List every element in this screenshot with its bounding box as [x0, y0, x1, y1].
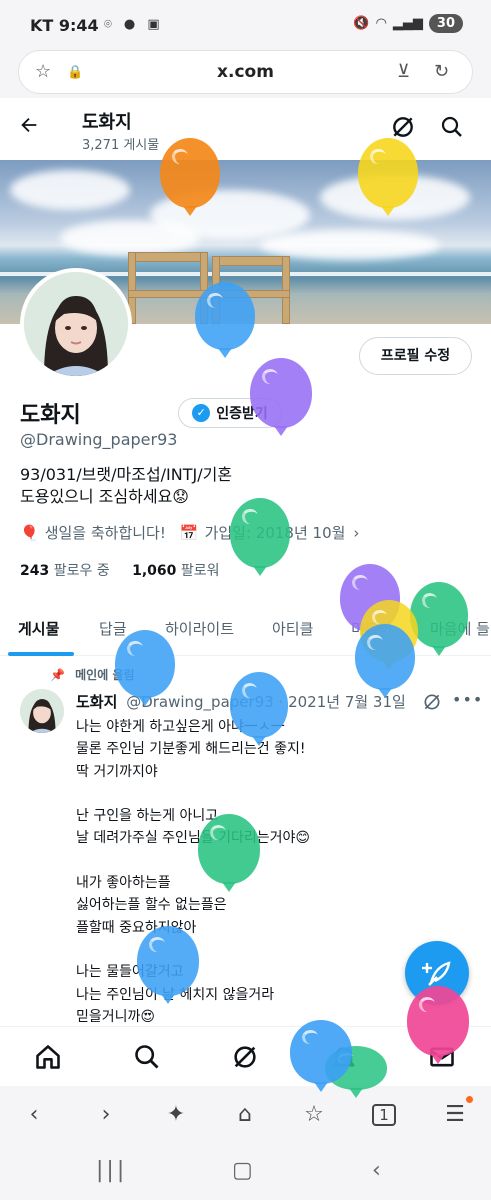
verified-badge-icon: ✓ — [192, 404, 211, 422]
balloon-decoration — [407, 986, 469, 1064]
browser-forward-icon[interactable]: › — [92, 1102, 120, 1127]
system-back-icon[interactable]: ‹ — [372, 1158, 381, 1183]
pin-icon: 📌 — [50, 668, 65, 682]
grok-icon[interactable] — [390, 114, 416, 140]
status-indicators: 🔇 ◠ ▂▄▆ 30 — [353, 14, 463, 33]
balloon-decoration — [355, 624, 415, 698]
balloon-decoration — [115, 630, 175, 706]
edit-profile-button[interactable]: 프로필 수정 — [359, 337, 472, 375]
birthday-text: 생일을 축하합니다! — [44, 524, 166, 542]
sparkle-icon[interactable]: ✦ — [162, 1102, 190, 1127]
grok-icon[interactable] — [231, 1043, 259, 1071]
home-icon[interactable] — [34, 1043, 62, 1071]
status-carrier-time: KT 9:44 — [30, 16, 99, 35]
browser-back-icon[interactable]: ‹ — [20, 1102, 48, 1127]
balloon-decoration — [137, 926, 199, 1004]
browser-address-area: ☆ 🔒 x.com ⊻ ↻ — [0, 50, 491, 98]
tab-replies[interactable]: 답글 — [99, 618, 127, 639]
tab-articles[interactable]: 아티클 — [272, 618, 313, 639]
browser-toolbar: ‹ › ✦ ⌂ ☆ 1 ☰ — [0, 1086, 491, 1144]
followers-link[interactable]: 1,060 팔로워 — [132, 563, 219, 579]
back-arrow-icon[interactable] — [18, 114, 40, 142]
wifi-icon: ◠ — [375, 16, 387, 31]
balloon-decoration — [230, 672, 288, 746]
balloon-decoration — [250, 358, 312, 436]
tabs-count-icon[interactable]: 1 — [370, 1104, 398, 1126]
tab-posts[interactable]: 게시물 — [18, 618, 59, 639]
tab-highlights[interactable]: 하이라이트 — [165, 618, 234, 639]
chevron-right-icon[interactable]: › — [353, 524, 359, 542]
more-options-icon[interactable]: ••• — [452, 690, 483, 709]
balloon-decoration — [160, 138, 220, 216]
profile-avatar[interactable] — [20, 268, 132, 380]
reload-icon[interactable]: ↻ — [434, 61, 449, 82]
calendar-icon: 📅 — [179, 523, 199, 542]
notification-icons: ⌾ ● ▣ — [104, 17, 164, 32]
active-tab-indicator — [8, 652, 74, 656]
profile-handle: @Drawing_paper93 — [20, 430, 178, 449]
system-navigation: ||| ▢ ‹ — [0, 1144, 491, 1200]
status-bar: KT 9:44 ⌾ ● ▣ 🔇 ◠ ▂▄▆ 30 — [0, 0, 491, 50]
battery-indicator: 30 — [428, 14, 463, 33]
balloon-decoration — [410, 582, 468, 656]
search-icon[interactable] — [133, 1043, 161, 1071]
balloon-decoration — [198, 814, 260, 892]
menu-notification-dot — [466, 1096, 473, 1103]
bio-line: 도용있으니 조심하세요😟 — [20, 487, 189, 506]
balloon-decoration — [358, 138, 418, 216]
profile-name: 도화지 — [20, 403, 81, 428]
tweet-avatar[interactable] — [20, 689, 64, 733]
address-bar[interactable]: ☆ 🔒 x.com ⊻ ↻ — [18, 50, 473, 94]
header-name: 도화지 — [82, 112, 132, 133]
following-link[interactable]: 243 팔로우 중 — [20, 563, 110, 579]
browser-menu-icon[interactable]: ☰ — [441, 1102, 469, 1127]
grok-icon[interactable] — [422, 692, 442, 712]
mute-icon: 🔇 — [353, 16, 370, 31]
download-icon[interactable]: ⊻ — [397, 61, 410, 82]
profile-header: 도화지 3,271 게시물 — [0, 98, 491, 160]
tweet-author-name[interactable]: 도화지 — [76, 693, 117, 711]
signal-icon: ▂▄▆ — [392, 16, 423, 31]
bookmark-add-icon[interactable]: ☆ — [300, 1102, 328, 1127]
profile-bio: 93/031/브랫/마조섭/INTJ/기혼 도용있으니 조심하세요😟 — [20, 464, 232, 508]
balloon-decoration — [230, 498, 290, 576]
browser-home-icon[interactable]: ⌂ — [231, 1102, 259, 1127]
recent-apps-icon[interactable]: ||| — [96, 1158, 127, 1183]
search-icon[interactable] — [440, 115, 464, 139]
balloon-decoration — [195, 282, 255, 358]
profile-meta: 🎈 생일을 축하합니다! 📅 가입일: 2018년 10월 › — [20, 522, 359, 543]
balloon-decoration — [290, 1020, 352, 1092]
follow-stats: 243 팔로우 중 1,060 팔로워 — [20, 560, 220, 580]
bio-line: 93/031/브랫/마조섭/INTJ/기혼 — [20, 465, 233, 484]
home-circle-icon[interactable]: ▢ — [232, 1158, 253, 1183]
balloon-icon: 🎈 — [20, 523, 39, 542]
header-post-count: 3,271 게시물 — [82, 138, 160, 153]
